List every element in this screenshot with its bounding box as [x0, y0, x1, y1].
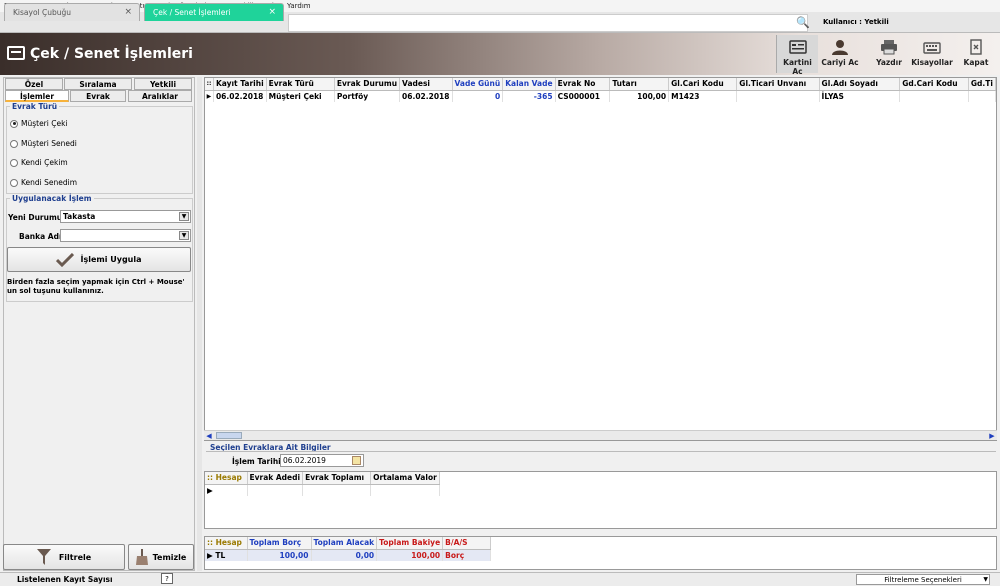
col-evrak-toplami[interactable]: Evrak Toplamı: [302, 472, 372, 485]
filter-icon: [36, 549, 51, 565]
status-bar: [0, 572, 1000, 586]
col-kalan-vade[interactable]: Kalan Vade: [502, 78, 556, 91]
page-title: Çek / Senet İşlemleri: [30, 46, 193, 62]
yeni-durumu-select[interactable]: Takasta ▼: [60, 210, 191, 223]
radio-kendi-senedim[interactable]: Kendi Senedim: [10, 178, 77, 187]
filtrele-button[interactable]: Filtrele: [3, 544, 125, 570]
selection-hint: Birden fazla seçim yapmak için Ctrl + Mo…: [7, 278, 185, 295]
col-toplam-borc[interactable]: Toplam Borç: [247, 537, 312, 550]
divider: [206, 451, 996, 452]
uygulanacak-legend: Uygulanacak İşlem: [10, 194, 94, 203]
col-gl-cari-kodu[interactable]: Gl.Cari Kodu: [668, 78, 738, 91]
search-input[interactable]: [288, 14, 808, 32]
col-gd-cari-kodu[interactable]: Gd.Cari Kodu: [899, 78, 969, 91]
col-evrak-turu[interactable]: Evrak Türü: [266, 78, 335, 91]
islemi-uygula-button[interactable]: İşlemi Uygula: [7, 247, 191, 272]
scroll-left-icon[interactable]: ◀: [204, 431, 214, 441]
keyboard-icon: [923, 42, 941, 54]
filter-options-dropdown[interactable]: Filtreleme Seçenekleri ▼: [856, 574, 990, 585]
col-gl-ticari-unvani[interactable]: Gl.Ticari Unvanı: [736, 78, 820, 91]
radio-musteri-senedi[interactable]: Müşteri Senedi: [10, 139, 77, 148]
col-gl-adi-soyadi[interactable]: Gl.Adı Soyadı: [819, 78, 901, 91]
tab-islemler[interactable]: İşlemler: [5, 90, 69, 102]
help-button[interactable]: ?: [161, 573, 173, 584]
table-row[interactable]: ▶ TL 100,00 0,00 100,00 Borç: [205, 549, 492, 561]
banka-label: Banka Adı: [19, 232, 62, 241]
kapat-button[interactable]: Kapat: [958, 35, 994, 73]
table-row[interactable]: ▶ 06.02.2018 Müşteri Çeki Portföy 06.02.…: [205, 90, 996, 102]
radio-dot[interactable]: [10, 139, 18, 148]
tab-kisayol[interactable]: Kisayol Çubuğu ×: [4, 3, 140, 21]
radio-dot[interactable]: [10, 158, 18, 167]
search-icon[interactable]: 🔍: [795, 15, 811, 31]
yeni-durumu-label: Yeni Durumu: [8, 213, 63, 222]
tab-yetkili[interactable]: Yetkili: [134, 78, 192, 90]
chevron-down-icon[interactable]: ▼: [179, 231, 189, 240]
calendar-icon[interactable]: [352, 456, 361, 465]
check-icon: [56, 252, 75, 267]
chevron-down-icon[interactable]: ▼: [179, 212, 189, 221]
banka-select[interactable]: ▼: [60, 229, 191, 242]
radio-dot[interactable]: [10, 119, 18, 128]
panel-splitter[interactable]: [197, 77, 202, 571]
col-hesap[interactable]: :: Hesap: [205, 537, 248, 550]
tab-siralama[interactable]: Sıralama: [64, 78, 132, 90]
col-bas[interactable]: B/A/S: [442, 537, 492, 550]
user-label: Kullanıcı : Yetkili: [823, 18, 889, 26]
printer-icon: [881, 40, 897, 55]
kisayollar-button[interactable]: Kisayollar: [908, 35, 956, 73]
horizontal-scrollbar[interactable]: ◀ ▶: [204, 430, 997, 440]
record-count-label: Listelenen Kayıt Sayısı: [17, 575, 113, 584]
user-icon: [832, 40, 848, 55]
broom-icon: [135, 549, 148, 565]
card-icon: [788, 40, 807, 54]
row-pointer-icon: ▶: [205, 484, 248, 496]
totals-grid: :: Hesap Toplam Borç Toplam Alacak Topla…: [204, 536, 997, 570]
col-evrak-no[interactable]: Evrak No: [555, 78, 611, 91]
tab-ozel[interactable]: Özel: [5, 78, 63, 90]
row-pointer-icon: ▶: [205, 90, 214, 102]
col-vadesi[interactable]: Vadesi: [399, 78, 453, 91]
close-icon[interactable]: ×: [268, 7, 276, 17]
chevron-down-icon[interactable]: ▼: [983, 575, 988, 585]
table-row[interactable]: ▶: [205, 484, 440, 496]
close-icon[interactable]: ×: [124, 7, 132, 17]
row-indicator-header: ::: [205, 78, 214, 91]
scroll-right-icon[interactable]: ▶: [987, 431, 997, 441]
col-vade-gunu[interactable]: Vade Günü: [452, 78, 504, 91]
islem-tarihi-input[interactable]: 06.02.2019: [280, 454, 364, 467]
col-evrak-adedi[interactable]: Evrak Adedi: [247, 472, 304, 485]
col-hesap[interactable]: :: Hesap: [205, 472, 248, 485]
col-gd-ti[interactable]: Gd.Ti: [968, 78, 996, 91]
scroll-thumb[interactable]: [216, 432, 242, 439]
col-tutari[interactable]: Tutarı: [609, 78, 670, 91]
tab-evrak[interactable]: Evrak: [70, 90, 126, 102]
evrak-turu-legend: Evrak Türü: [10, 102, 60, 111]
tab-araliklar[interactable]: Aralıklar: [128, 90, 192, 102]
col-kayit-tarihi[interactable]: Kayıt Tarihi: [213, 78, 267, 91]
temizle-button[interactable]: Temizle: [128, 544, 194, 570]
islem-tarihi-label: İşlem Tarihi: [232, 457, 281, 466]
col-toplam-alacak[interactable]: Toplam Alacak: [311, 537, 378, 550]
radio-musteri-ceki[interactable]: Müşteri Çeki: [10, 119, 68, 128]
yazdir-button[interactable]: Yazdır: [872, 35, 906, 73]
tab-label: Çek / Senet İşlemleri: [153, 8, 231, 17]
col-ortalama-valor[interactable]: Ortalama Valor: [370, 472, 440, 485]
col-toplam-bakiye[interactable]: Toplam Bakiye: [376, 537, 444, 550]
radio-dot[interactable]: [10, 178, 18, 187]
cheque-icon: [7, 46, 25, 60]
tab-label: Kisayol Çubuğu: [13, 8, 72, 17]
cariyi-ac-button[interactable]: Cariyi Ac: [820, 35, 860, 73]
col-evrak-durumu[interactable]: Evrak Durumu: [334, 78, 401, 91]
exit-icon: [970, 39, 982, 55]
menu-item-9[interactable]: Yardım: [287, 2, 311, 10]
kartini-ac-button[interactable]: Kartini Ac: [776, 35, 818, 76]
summary-grid: :: Hesap Evrak Adedi Evrak Toplamı Ortal…: [204, 471, 997, 529]
cheque-grid: :: Kayıt Tarihi Evrak Türü Evrak Durumu …: [204, 77, 997, 441]
radio-kendi-cekim[interactable]: Kendi Çekim: [10, 158, 68, 167]
tab-cek-senet[interactable]: Çek / Senet İşlemleri ×: [144, 3, 284, 21]
